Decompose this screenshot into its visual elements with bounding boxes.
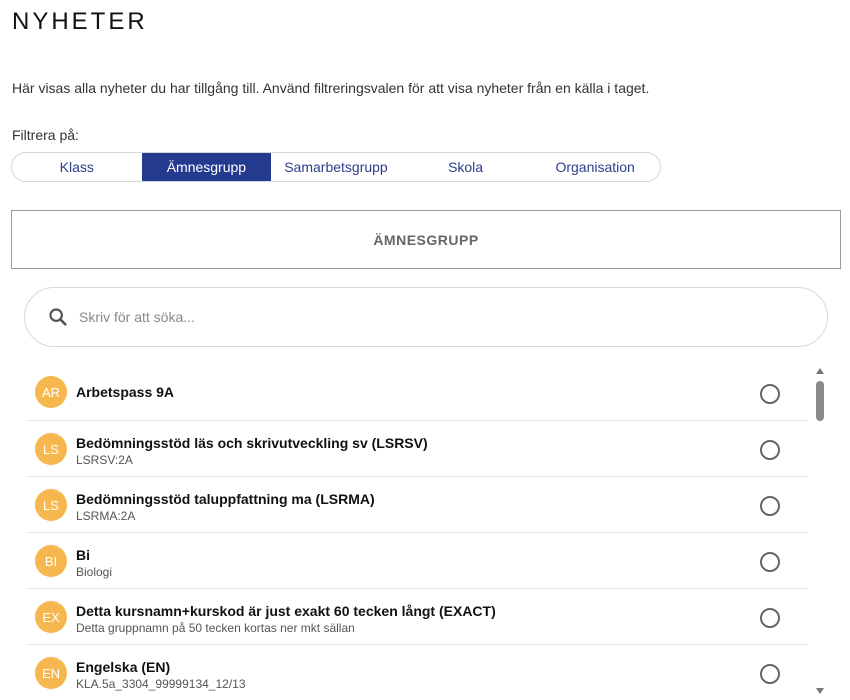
avatar: AR [35, 376, 67, 408]
select-radio[interactable] [760, 664, 780, 684]
item-name: Engelska (EN) [76, 659, 171, 675]
scroll-thumb[interactable] [816, 381, 824, 421]
scroll-up-arrow-icon[interactable] [816, 368, 824, 374]
item-subtitle: LSRSV:2A [76, 453, 133, 467]
avatar: EN [35, 657, 67, 689]
select-radio[interactable] [760, 384, 780, 404]
section-heading: ÄMNESGRUPP [11, 210, 841, 269]
list-item[interactable]: BI Bi Biologi [28, 533, 808, 589]
item-name: Detta kursnamn+kurskod är just exakt 60 … [76, 603, 496, 619]
list-item[interactable]: LS Bedömningsstöd taluppfattning ma (LSR… [28, 477, 808, 533]
page-title: NYHETER [12, 8, 148, 35]
filter-tabs: Klass Ämnesgrupp Samarbetsgrupp Skola Or… [11, 152, 661, 182]
select-radio[interactable] [760, 440, 780, 460]
list-item[interactable]: LS Bedömningsstöd läs och skrivutvecklin… [28, 421, 808, 477]
select-radio[interactable] [760, 552, 780, 572]
list-item[interactable]: AR Arbetspass 9A [28, 365, 808, 421]
page-description: Här visas alla nyheter du har tillgång t… [12, 80, 650, 96]
item-name: Bi [76, 547, 90, 563]
list-item[interactable]: EN Engelska (EN) KLA.5a_3304_99999134_12… [28, 645, 808, 700]
item-name: Arbetspass 9A [76, 384, 175, 400]
tab-organisation[interactable]: Organisation [530, 153, 660, 181]
filter-label: Filtrera på: [12, 127, 79, 143]
tab-samarbetsgrupp[interactable]: Samarbetsgrupp [271, 153, 401, 181]
scroll-down-arrow-icon[interactable] [816, 688, 824, 694]
select-radio[interactable] [760, 608, 780, 628]
tab-skola[interactable]: Skola [401, 153, 531, 181]
item-subtitle: Detta gruppnamn på 50 tecken kortas ner … [76, 621, 355, 635]
tab-klass[interactable]: Klass [12, 153, 142, 181]
search-input[interactable] [77, 308, 761, 326]
avatar: BI [35, 545, 67, 577]
list-scrollbar[interactable] [813, 366, 827, 696]
item-name: Bedömningsstöd läs och skrivutveckling s… [76, 435, 428, 451]
list-item[interactable]: EX Detta kursnamn+kurskod är just exakt … [28, 589, 808, 645]
item-subtitle: LSRMA:2A [76, 509, 136, 523]
avatar: LS [35, 433, 67, 465]
item-name: Bedömningsstöd taluppfattning ma (LSRMA) [76, 491, 375, 507]
avatar: EX [35, 601, 67, 633]
item-subtitle: KLA.5a_3304_99999134_12/13 [76, 677, 246, 691]
select-radio[interactable] [760, 496, 780, 516]
search-icon [49, 308, 67, 326]
avatar: LS [35, 489, 67, 521]
item-subtitle: Biologi [76, 565, 113, 579]
group-list: AR Arbetspass 9A LS Bedömningsstöd läs o… [28, 365, 808, 700]
tab-amnesgrupp[interactable]: Ämnesgrupp [141, 153, 272, 181]
search-bar [24, 287, 828, 347]
